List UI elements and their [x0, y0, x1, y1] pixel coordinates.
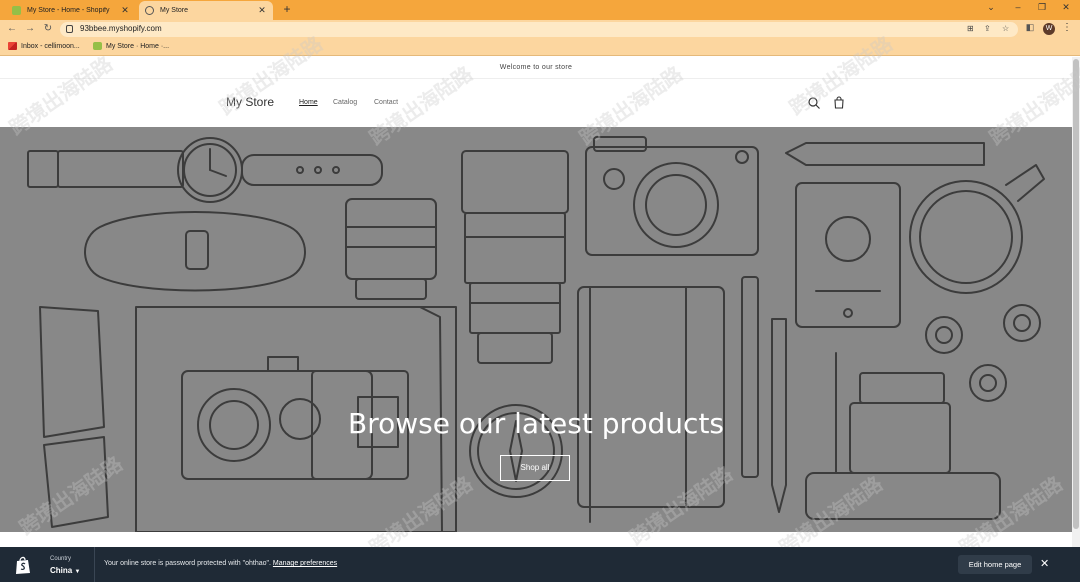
- url-text[interactable]: 93bbee.myshopify.com: [80, 24, 162, 33]
- shopify-bag-icon[interactable]: [14, 555, 32, 575]
- tab-search-chevron-icon[interactable]: ⌄: [983, 2, 999, 13]
- announcement-bar: Welcome to our store: [0, 57, 1072, 79]
- translate-icon[interactable]: ⊞: [967, 24, 974, 33]
- country-label: Country: [50, 556, 72, 562]
- country-selector[interactable]: China ▼: [50, 566, 80, 575]
- restore-icon[interactable]: ❐: [1034, 2, 1050, 13]
- browser-toolbar: ← → ↻ 93bbee.myshopify.com ⊞ ⇪ ☆ ◧: [0, 20, 1080, 39]
- divider: [94, 547, 95, 582]
- store-logo[interactable]: My Store: [226, 95, 274, 109]
- manage-preferences-link[interactable]: Manage preferences: [273, 560, 337, 567]
- shopify-favicon-icon: [12, 6, 21, 15]
- password-message: Your online store is password protected …: [104, 560, 337, 567]
- store-header: My Store Home Catalog Contact: [0, 79, 1072, 127]
- bookmark-my-store[interactable]: My Store · Home ·...: [93, 42, 169, 50]
- password-message-text: Your online store is password protected …: [104, 560, 273, 567]
- edit-home-page-button[interactable]: Edit home page: [958, 555, 1032, 574]
- lock-icon[interactable]: [66, 25, 73, 33]
- minimize-icon[interactable]: –: [1010, 2, 1026, 12]
- share-icon[interactable]: ⇪: [984, 24, 991, 33]
- shop-all-button[interactable]: Shop all: [500, 455, 570, 481]
- close-tab-icon[interactable]: ✕: [257, 5, 267, 16]
- bookmarks-bar: Inbox - cellimoon... My Store · Home ·..…: [0, 39, 1080, 56]
- nav-home[interactable]: Home: [299, 99, 318, 106]
- close-icon[interactable]: ✕: [1040, 557, 1049, 570]
- globe-favicon-icon: [145, 6, 154, 15]
- back-icon[interactable]: ←: [6, 23, 18, 34]
- bookmark-label: Inbox - cellimoon...: [21, 42, 80, 50]
- nav-catalog[interactable]: Catalog: [333, 99, 357, 106]
- gmail-icon: [8, 42, 17, 50]
- tab-title: My Store - Home - Shopify: [27, 7, 110, 14]
- tab-title: My Store: [160, 7, 189, 14]
- hero-title: Browse our latest products: [347, 407, 725, 440]
- new-tab-icon[interactable]: +: [280, 2, 294, 16]
- side-panel-icon[interactable]: ◧: [1024, 22, 1036, 33]
- bookmark-label: My Store · Home ·...: [106, 42, 170, 50]
- browser-menu-icon[interactable]: ⋮: [1062, 22, 1072, 33]
- bookmark-star-icon[interactable]: ☆: [1002, 24, 1009, 33]
- page-scrollbar[interactable]: [1072, 57, 1080, 547]
- scroll-thumb[interactable]: [1073, 59, 1079, 529]
- hero-banner: Browse our latest products Shop all: [0, 127, 1072, 532]
- tab-strip: My Store - Home - Shopify ✕ My Store ✕ +…: [0, 0, 1080, 20]
- profile-avatar[interactable]: W: [1043, 23, 1055, 35]
- close-tab-icon[interactable]: ✕: [120, 5, 130, 16]
- tab-shopify-admin[interactable]: My Store - Home - Shopify ✕: [6, 1, 136, 20]
- address-bar[interactable]: 93bbee.myshopify.com ⊞ ⇪ ☆: [60, 22, 1018, 37]
- forward-icon[interactable]: →: [24, 23, 36, 34]
- search-icon[interactable]: [807, 96, 821, 110]
- reload-icon[interactable]: ↻: [42, 23, 54, 34]
- country-value: China: [50, 566, 73, 575]
- bookmark-gmail[interactable]: Inbox - cellimoon...: [8, 42, 80, 50]
- nav-contact[interactable]: Contact: [374, 99, 398, 106]
- tab-my-store[interactable]: My Store ✕: [139, 1, 273, 20]
- window-close-icon[interactable]: ✕: [1058, 2, 1074, 13]
- shopify-preview-bar: Country China ▼ Your online store is pas…: [0, 547, 1080, 582]
- caret-down-icon: ▼: [74, 569, 81, 575]
- shopify-icon: [93, 42, 102, 50]
- cart-icon[interactable]: [832, 96, 846, 110]
